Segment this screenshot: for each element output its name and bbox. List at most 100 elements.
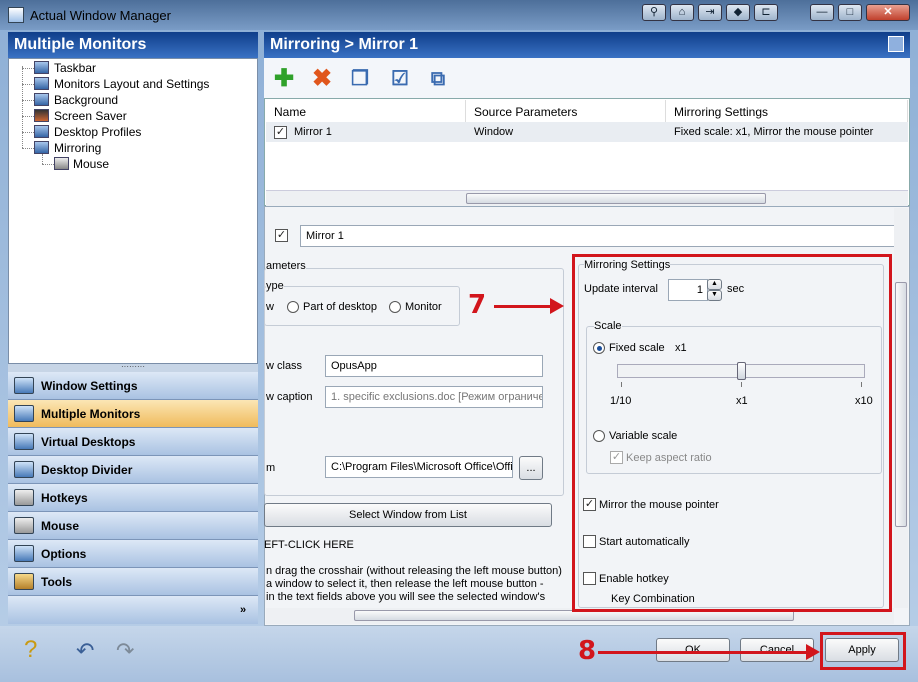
tree-item-mouse[interactable]: Mouse bbox=[73, 157, 109, 171]
window-caption-label: w caption bbox=[266, 391, 313, 403]
mouse-icon bbox=[14, 517, 34, 534]
home-icon[interactable]: ⌂ bbox=[670, 4, 694, 21]
step-8-arrowhead bbox=[806, 644, 820, 660]
tree-item-screen-saver[interactable]: Screen Saver bbox=[54, 109, 127, 123]
tree-item-desktop-profiles[interactable]: Desktop Profiles bbox=[54, 125, 141, 139]
copy-icon[interactable]: ❐ bbox=[346, 66, 374, 92]
nav-tools[interactable]: Tools bbox=[8, 568, 258, 596]
window-settings-icon bbox=[14, 377, 34, 394]
crosshair-label: EFT-CLICK HERE bbox=[264, 539, 354, 551]
desktop-divider-icon bbox=[14, 461, 34, 478]
type-window-label: w bbox=[266, 301, 274, 313]
browse-button[interactable]: ... bbox=[519, 456, 543, 480]
select-window-button[interactable]: Select Window from List bbox=[264, 503, 552, 527]
window-caption-field[interactable]: 1. specific exclusions.doc [Режим ограни… bbox=[325, 386, 543, 408]
tools-icon bbox=[14, 573, 34, 590]
type-title: ype bbox=[266, 280, 284, 292]
roll-up-icon[interactable]: ⊏ bbox=[754, 4, 778, 21]
program-path-field[interactable]: C:\Program Files\Microsoft Office\Offic bbox=[325, 456, 513, 478]
nav-multiple-monitors[interactable]: Multiple Monitors bbox=[8, 400, 258, 428]
nav-label: Options bbox=[41, 547, 87, 561]
instructions-line-1: n drag the crosshair (without releasing … bbox=[266, 565, 562, 577]
nav-options[interactable]: Options bbox=[8, 540, 258, 568]
transparency-icon[interactable]: ◆ bbox=[726, 4, 750, 21]
tree-item-taskbar[interactable]: Taskbar bbox=[54, 61, 96, 75]
column-header-name[interactable]: Name bbox=[266, 100, 466, 122]
mouse-icon bbox=[54, 157, 69, 170]
add-icon[interactable]: ✚ bbox=[270, 66, 298, 92]
step-7-arrowhead bbox=[550, 298, 564, 314]
part-of-desktop-label: Part of desktop bbox=[303, 301, 377, 313]
background-icon bbox=[34, 93, 49, 106]
nav-label: Virtual Desktops bbox=[41, 435, 136, 449]
instructions-line-3: in the text fields above you will see th… bbox=[266, 591, 546, 603]
enabled-checkbox[interactable]: ✓ bbox=[275, 229, 288, 242]
nav-desktop-divider[interactable]: Desktop Divider bbox=[8, 456, 258, 484]
program-path-label: m bbox=[266, 462, 276, 474]
undo-icon[interactable]: ↶ bbox=[76, 638, 106, 663]
screen-saver-icon bbox=[34, 109, 49, 122]
window-class-field[interactable]: OpusApp bbox=[325, 355, 543, 377]
detail-vertical-scrollbar[interactable] bbox=[894, 208, 908, 608]
tree-item-background[interactable]: Background bbox=[54, 93, 118, 107]
nav-mouse[interactable]: Mouse bbox=[8, 512, 258, 540]
nav-virtual-desktops[interactable]: Virtual Desktops bbox=[8, 428, 258, 456]
ok-button[interactable]: OK bbox=[656, 638, 730, 662]
left-panel-title: Multiple Monitors bbox=[8, 32, 258, 58]
nav-label: Desktop Divider bbox=[41, 463, 133, 477]
step-7-arrow bbox=[494, 305, 552, 308]
part-of-desktop-radio[interactable] bbox=[287, 301, 299, 313]
step-8-arrow bbox=[598, 651, 808, 654]
minimize-to-tray-icon[interactable]: ⇥ bbox=[698, 4, 722, 21]
mirror-name-field[interactable]: Mirror 1 bbox=[300, 225, 900, 247]
window-title: Actual Window Manager bbox=[30, 8, 171, 23]
table-scrollbar[interactable] bbox=[266, 190, 908, 206]
delete-icon[interactable]: ✖ bbox=[308, 66, 336, 92]
instructions-line-2: a window to select it, then release the … bbox=[266, 578, 544, 590]
multiple-monitors-icon bbox=[14, 405, 34, 422]
cancel-button[interactable]: Cancel bbox=[740, 638, 814, 662]
windows-icon[interactable]: ⧉ bbox=[424, 66, 452, 92]
layout-icon[interactable] bbox=[888, 36, 904, 52]
close-button[interactable]: ✕ bbox=[866, 4, 910, 21]
options-icon bbox=[14, 545, 34, 562]
keyboard-icon bbox=[14, 489, 34, 506]
monitors-layout-icon bbox=[34, 77, 49, 90]
pin-icon[interactable]: ⚲ bbox=[642, 4, 666, 21]
column-header-source[interactable]: Source Parameters bbox=[466, 100, 666, 122]
cell-settings: Fixed scale: x1, Mirror the mouse pointe… bbox=[674, 126, 874, 138]
nav-label: Multiple Monitors bbox=[41, 407, 141, 421]
desktop-profiles-icon bbox=[34, 125, 49, 138]
help-icon[interactable]: ? bbox=[24, 636, 50, 666]
tree-item-mirroring[interactable]: Mirroring bbox=[54, 141, 101, 155]
cell-source: Window bbox=[474, 126, 514, 138]
column-header-settings[interactable]: Mirroring Settings bbox=[666, 100, 908, 122]
nav-label: Hotkeys bbox=[41, 491, 88, 505]
page-title: Mirroring > Mirror 1 bbox=[264, 32, 910, 58]
nav-label: Window Settings bbox=[41, 379, 138, 393]
chevron-more-icon[interactable]: » bbox=[240, 604, 246, 616]
window-class-label: w class bbox=[266, 360, 303, 372]
nav-label: Mouse bbox=[41, 519, 80, 533]
highlight-apply-button bbox=[820, 632, 906, 670]
cell-name: Mirror 1 bbox=[294, 126, 332, 138]
virtual-desktops-icon bbox=[14, 433, 34, 450]
panel-splitter[interactable]: ········· bbox=[8, 363, 258, 372]
check-all-icon[interactable]: ☑ bbox=[386, 66, 414, 92]
maximize-button[interactable]: □ bbox=[838, 4, 862, 21]
nav-label: Tools bbox=[41, 575, 73, 589]
nav-window-settings[interactable]: Window Settings bbox=[8, 372, 258, 400]
highlight-mirroring-settings bbox=[572, 254, 892, 612]
redo-icon[interactable]: ↷ bbox=[116, 638, 146, 663]
minimize-button[interactable]: — bbox=[810, 4, 834, 21]
tree-item-monitors-layout[interactable]: Monitors Layout and Settings bbox=[54, 77, 209, 91]
mirroring-icon bbox=[34, 141, 49, 154]
nav-overflow-bar bbox=[8, 596, 258, 624]
source-parameters-title: ameters bbox=[266, 260, 306, 272]
monitor-radio[interactable] bbox=[389, 301, 401, 313]
app-icon bbox=[8, 7, 24, 23]
nav-hotkeys[interactable]: Hotkeys bbox=[8, 484, 258, 512]
monitor-label: Monitor bbox=[405, 301, 442, 313]
step-8-label: 8 bbox=[578, 636, 597, 666]
taskbar-icon bbox=[34, 61, 49, 74]
